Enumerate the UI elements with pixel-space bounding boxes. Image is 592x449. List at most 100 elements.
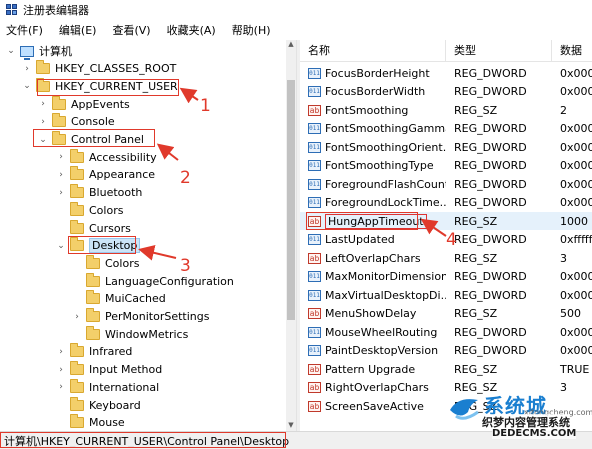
tree-node[interactable]: Colors [56,201,123,219]
registry-tree[interactable]: ⌄ 计算机 › HKEY_CLASSES_ROOT ⌄ HKEY_CURRENT_USER… [0,40,296,431]
tree-node[interactable]: › Bluetooth [56,184,142,202]
tree-node[interactable]: ⌄ HKEY_CURRENT_USER [22,77,178,95]
value-type: REG_DWORD [454,270,527,283]
binary-value-icon: 011 [308,160,321,171]
value-row[interactable]: 011 MaxMonitorDimension REG_DWORD 0x000 [300,268,592,286]
tree-node[interactable]: › AppEvents [38,95,130,113]
expand-caret-right-icon[interactable]: › [56,382,66,392]
value-type: REG_SZ [454,214,498,228]
tree-node[interactable]: › Input Method [56,361,162,379]
expand-caret-down-icon[interactable]: ⌄ [56,241,66,251]
string-value-icon: ab [308,382,321,393]
tree-node[interactable]: Keyboard [56,396,141,414]
value-row[interactable]: ab RightOverlapChars REG_SZ 3 [300,379,592,397]
scroll-down-arrow-icon[interactable]: ▼ [286,421,296,431]
menu-bar: 文件(F) 编辑(E) 查看(V) 收藏夹(A) 帮助(H) [0,20,592,40]
tree-node[interactable]: › Accessibility [56,148,157,166]
value-row[interactable]: 011 MaxVirtualDesktopDi... REG_DWORD 0x000 [300,286,592,304]
expand-caret-right-icon[interactable]: › [56,152,66,162]
tree-node[interactable]: ⌄ Desktop [56,237,141,255]
expand-caret-right-icon[interactable]: › [56,365,66,375]
value-data: 0x000 [560,177,592,191]
expand-caret-down-icon[interactable]: ⌄ [6,46,16,56]
value-name: PaintDesktopVersion [325,344,439,357]
column-header-name[interactable]: 名称 [300,40,446,62]
tree-node[interactable]: LanguageConfiguration [72,272,234,290]
folder-icon [86,272,100,287]
tree-node[interactable]: ⌄ Control Panel [38,131,144,149]
value-type: REG_SZ [454,399,498,413]
value-row[interactable]: ab FontSmoothing REG_SZ 2 [300,101,592,119]
tree-node[interactable]: › HKEY_CLASSES_ROOT [22,60,176,78]
tree-scrollbar[interactable]: ▲ ▼ [286,40,296,431]
value-data: 0x000 [560,140,592,154]
menu-favorites[interactable]: 收藏夹(A) [165,21,218,39]
expand-caret-right-icon[interactable]: › [56,188,66,198]
column-header-data[interactable]: 数据 [552,40,592,62]
value-row[interactable]: 011 FontSmoothingOrient... REG_DWORD 0x000 [300,138,592,156]
value-row[interactable]: 011 FontSmoothingType REG_DWORD 0x000 [300,157,592,175]
value-type: REG_DWORD [454,177,527,191]
value-type: REG_DWORD [454,122,527,135]
expand-caret-down-icon[interactable]: ⌄ [22,81,32,91]
menu-view[interactable]: 查看(V) [110,21,152,39]
tree-node[interactable]: › International [56,378,159,396]
value-row[interactable]: ab MenuShowDelay REG_SZ 500 [300,305,592,323]
value-type: REG_DWORD [454,85,527,98]
column-header-type[interactable]: 类型 [446,40,552,62]
expand-caret-right-icon[interactable]: › [56,170,66,180]
value-row[interactable]: ab Pattern Upgrade REG_SZ TRUE [300,360,592,378]
value-row[interactable]: 011 ForegroundLockTime... REG_DWORD 0x000 [300,194,592,212]
tree-node[interactable]: › Console [38,113,115,131]
value-data: 0x000 [560,288,592,302]
value-row[interactable]: 011 FocusBorderHeight REG_DWORD 0x000 [300,64,592,82]
tree-node[interactable]: › Appearance [56,166,155,184]
tree-node[interactable]: › PerMonitorSettings [72,308,209,326]
folder-icon [70,148,84,163]
value-row[interactable]: 011 PaintDesktopVersion REG_DWORD 0x000 [300,342,592,360]
value-row[interactable]: 011 MouseWheelRouting REG_DWORD 0x000 [300,323,592,341]
expand-caret-right-icon[interactable]: › [38,117,48,127]
expand-caret-right-icon[interactable]: › [22,64,32,74]
menu-edit[interactable]: 编辑(E) [57,21,99,39]
tree-node-label: MuiCached [105,292,166,306]
folder-icon [70,361,84,376]
menu-file[interactable]: 文件(F) [4,21,45,39]
expand-caret-right-icon[interactable]: › [72,312,82,322]
value-type: REG_DWORD [454,288,527,302]
value-name-cell: 011 ForegroundLockTime... [300,196,446,209]
value-row[interactable]: 011 FontSmoothingGamma REG_DWORD 0x000 [300,120,592,138]
tree-node-label: Cursors [89,221,131,235]
value-name-cell: ab Pattern Upgrade [300,363,446,376]
value-name-cell: 011 PaintDesktopVersion [300,344,446,357]
value-row[interactable]: 011 FocusBorderWidth REG_DWORD 0x000 [300,83,592,101]
scroll-up-arrow-icon[interactable]: ▲ [286,40,296,50]
value-name: MouseWheelRouting [325,325,438,339]
tree-node[interactable]: ⌄ 计算机 [6,42,72,60]
value-name-cell: ab LeftOverlapChars [300,252,446,265]
tree-node[interactable]: WindowMetrics [72,325,188,343]
value-name-cell: ab FontSmoothing [300,104,446,117]
value-name: FontSmoothingGamma [325,122,446,135]
value-data: 0x000 [560,122,592,135]
folder-icon [86,308,100,322]
value-name-cell: 011 FontSmoothingGamma [300,122,446,135]
value-row[interactable]: ab LeftOverlapChars REG_SZ 3 [300,249,592,267]
tree-node[interactable]: Cursors [56,219,131,237]
value-row[interactable]: 011 ForegroundFlashCount REG_DWORD 0x000 [300,175,592,193]
tree-node[interactable]: Colors [72,254,139,272]
tree-scroll-thumb[interactable] [287,80,295,320]
expand-caret-down-icon[interactable]: ⌄ [38,135,48,145]
value-type: REG_DWORD [454,159,527,172]
menu-help[interactable]: 帮助(H) [230,21,273,39]
value-row[interactable]: ab ScreenSaveActive REG_SZ [300,397,592,415]
folder-icon [70,184,84,199]
tree-node[interactable]: › Infrared [56,343,132,361]
value-row[interactable]: ab HungAppTimeout REG_SZ 1000 [300,212,592,230]
tree-node[interactable]: Mouse [56,414,125,431]
expand-caret-right-icon[interactable]: › [38,99,48,109]
tree-node[interactable]: MuiCached [72,290,166,308]
value-type: REG_DWORD [454,66,527,80]
expand-caret-right-icon[interactable]: › [56,347,66,357]
value-data: 2 [560,103,567,117]
